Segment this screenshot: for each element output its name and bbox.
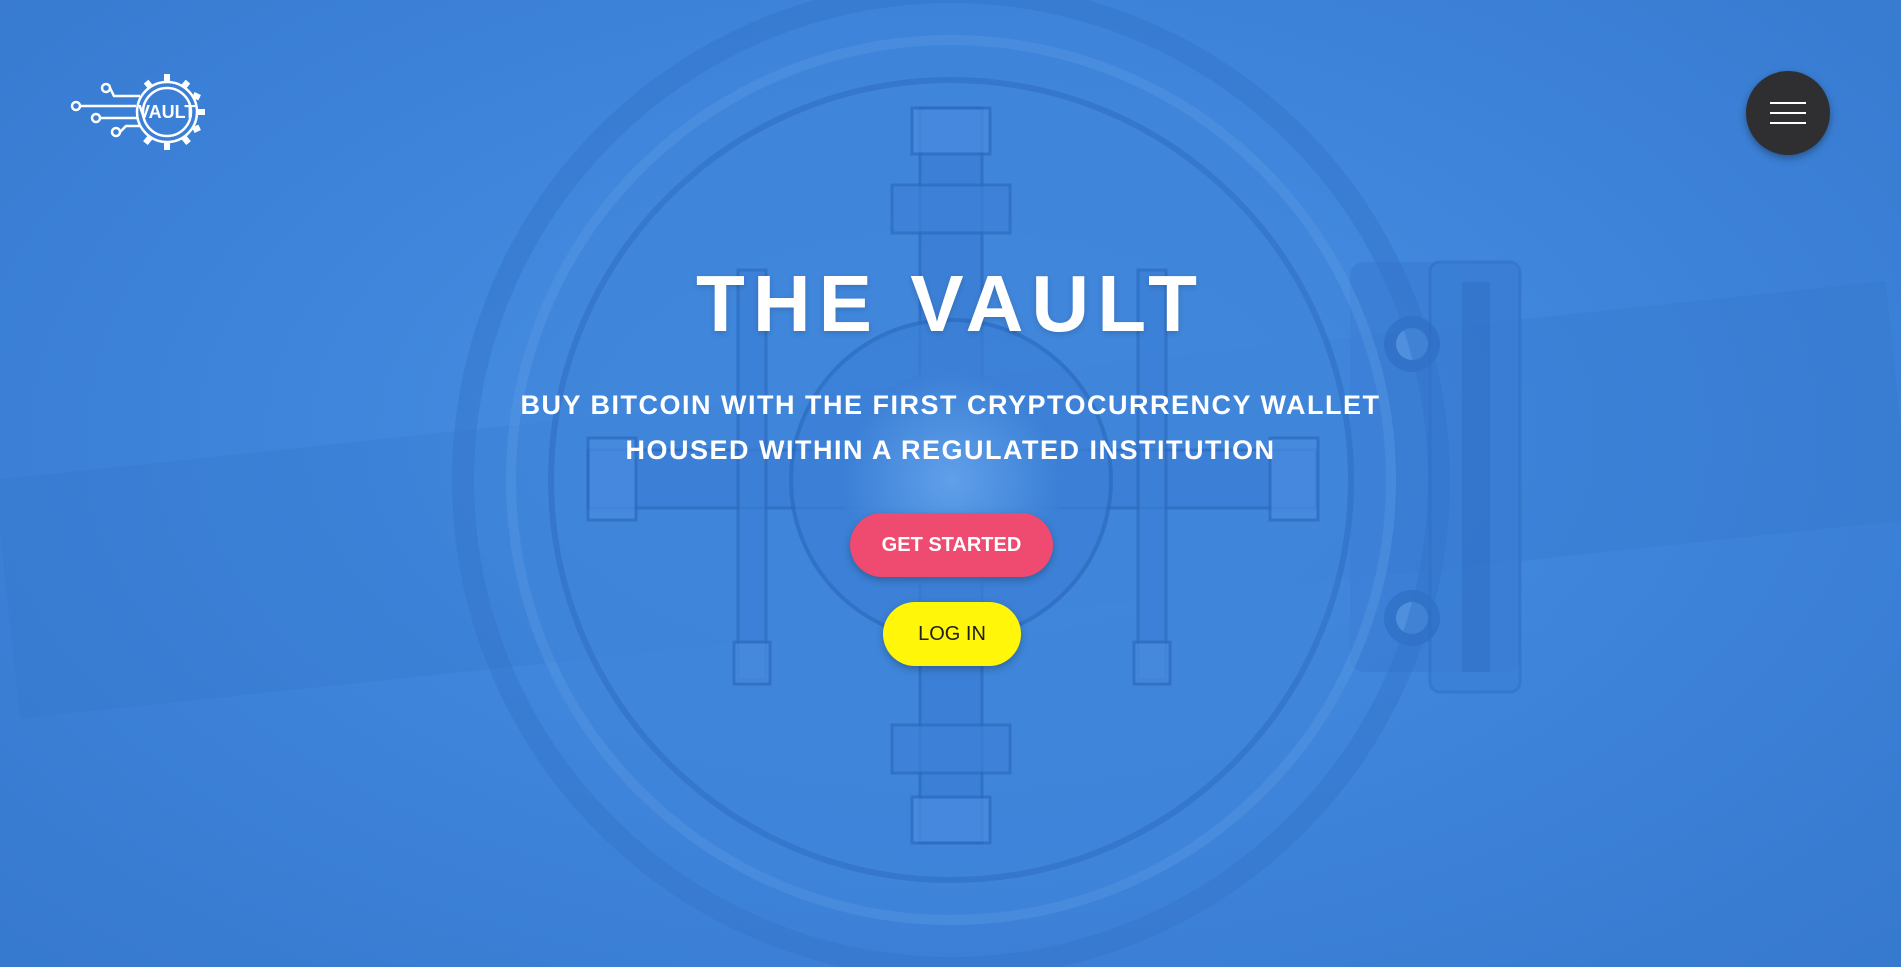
page-title: THE VAULT: [696, 259, 1205, 348]
hero-content: THE VAULT BUY BITCOIN WITH THE FIRST CRY…: [0, 0, 1901, 967]
hero-subtitle: BUY BITCOIN WITH THE FIRST CRYPTOCURRENC…: [450, 383, 1451, 473]
get-started-button[interactable]: GET STARTED: [850, 513, 1053, 577]
log-in-button[interactable]: LOG IN: [883, 602, 1021, 666]
hero-section: VAULT THE VAULT BUY BITCOIN WITH THE FIR…: [0, 0, 1901, 967]
hero-subtitle-line-2: HOUSED WITHIN A REGULATED INSTITUTION: [625, 435, 1276, 465]
hero-subtitle-line-1: BUY BITCOIN WITH THE FIRST CRYPTOCURRENC…: [520, 390, 1381, 420]
